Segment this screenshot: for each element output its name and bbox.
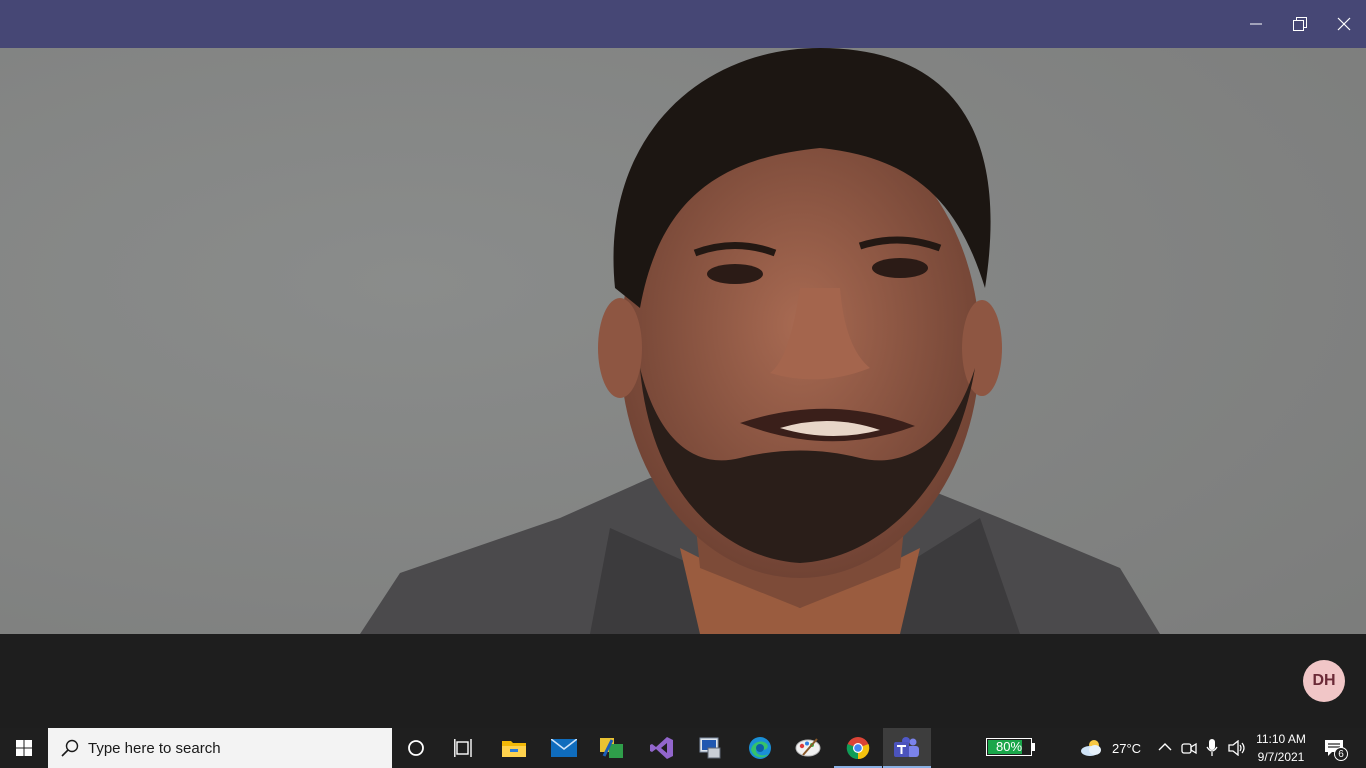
meet-now-icon[interactable]	[1181, 740, 1197, 756]
minimize-button[interactable]	[1234, 0, 1278, 48]
partly-cloudy-icon	[1081, 740, 1101, 756]
clock-date: 9/7/2021	[1257, 750, 1305, 764]
app-button-2[interactable]	[686, 728, 734, 768]
avatar-initials: DH	[1312, 672, 1336, 689]
task-view-button[interactable]	[440, 728, 488, 768]
app-icon	[600, 738, 623, 758]
close-button[interactable]	[1322, 0, 1366, 48]
video-feed	[0, 48, 1366, 634]
microphone-icon[interactable]	[1206, 739, 1218, 757]
maximize-icon	[1293, 17, 1307, 31]
search-box[interactable]: Type here to search	[48, 728, 392, 768]
close-icon	[1337, 17, 1351, 31]
app-button-1[interactable]	[588, 728, 636, 768]
app-icon	[795, 738, 821, 757]
speaker-icon[interactable]	[1228, 740, 1246, 756]
minimize-icon	[1250, 23, 1262, 25]
teams-icon	[894, 737, 919, 757]
edge-button[interactable]	[736, 728, 784, 768]
teams-button[interactable]	[883, 728, 931, 768]
mail-icon	[551, 739, 577, 757]
windows-logo-icon	[16, 740, 32, 756]
battery-indicator[interactable]: 80%	[986, 738, 1035, 758]
cortana-icon	[408, 740, 424, 756]
visual-studio-icon	[650, 737, 673, 759]
file-explorer-icon	[502, 741, 526, 757]
system-clock[interactable]: 11:10 AM 9/7/2021	[1250, 730, 1312, 766]
mail-button[interactable]	[540, 728, 588, 768]
taskbar: Type here to search 27°C 11:10 AM 9/7/20…	[0, 728, 1366, 768]
app-button-3[interactable]	[784, 728, 832, 768]
maximize-button[interactable]	[1278, 0, 1322, 48]
chrome-icon	[846, 737, 870, 760]
notification-count-badge: 6	[1334, 747, 1348, 761]
file-explorer-button[interactable]	[490, 728, 538, 768]
search-icon	[60, 738, 80, 758]
participant-avatar[interactable]: DH	[1303, 660, 1345, 702]
visual-studio-button[interactable]	[638, 728, 686, 768]
start-button[interactable]	[0, 728, 48, 768]
participant-video	[0, 48, 1366, 634]
title-bar	[0, 0, 1366, 48]
call-stage-footer	[0, 634, 1366, 728]
edge-icon	[749, 737, 771, 759]
chevron-up-icon[interactable]	[1158, 742, 1172, 752]
weather-temperature: 27°C	[1112, 741, 1142, 756]
clock-time: 11:10 AM	[1256, 732, 1306, 746]
task-view-icon	[454, 739, 472, 757]
cortana-button[interactable]	[392, 728, 440, 768]
chrome-button[interactable]	[834, 728, 882, 768]
battery-percentage: 80%	[995, 739, 1023, 754]
battery-tip	[1032, 743, 1035, 751]
app-icon	[699, 737, 721, 759]
search-placeholder: Type here to search	[88, 739, 221, 757]
